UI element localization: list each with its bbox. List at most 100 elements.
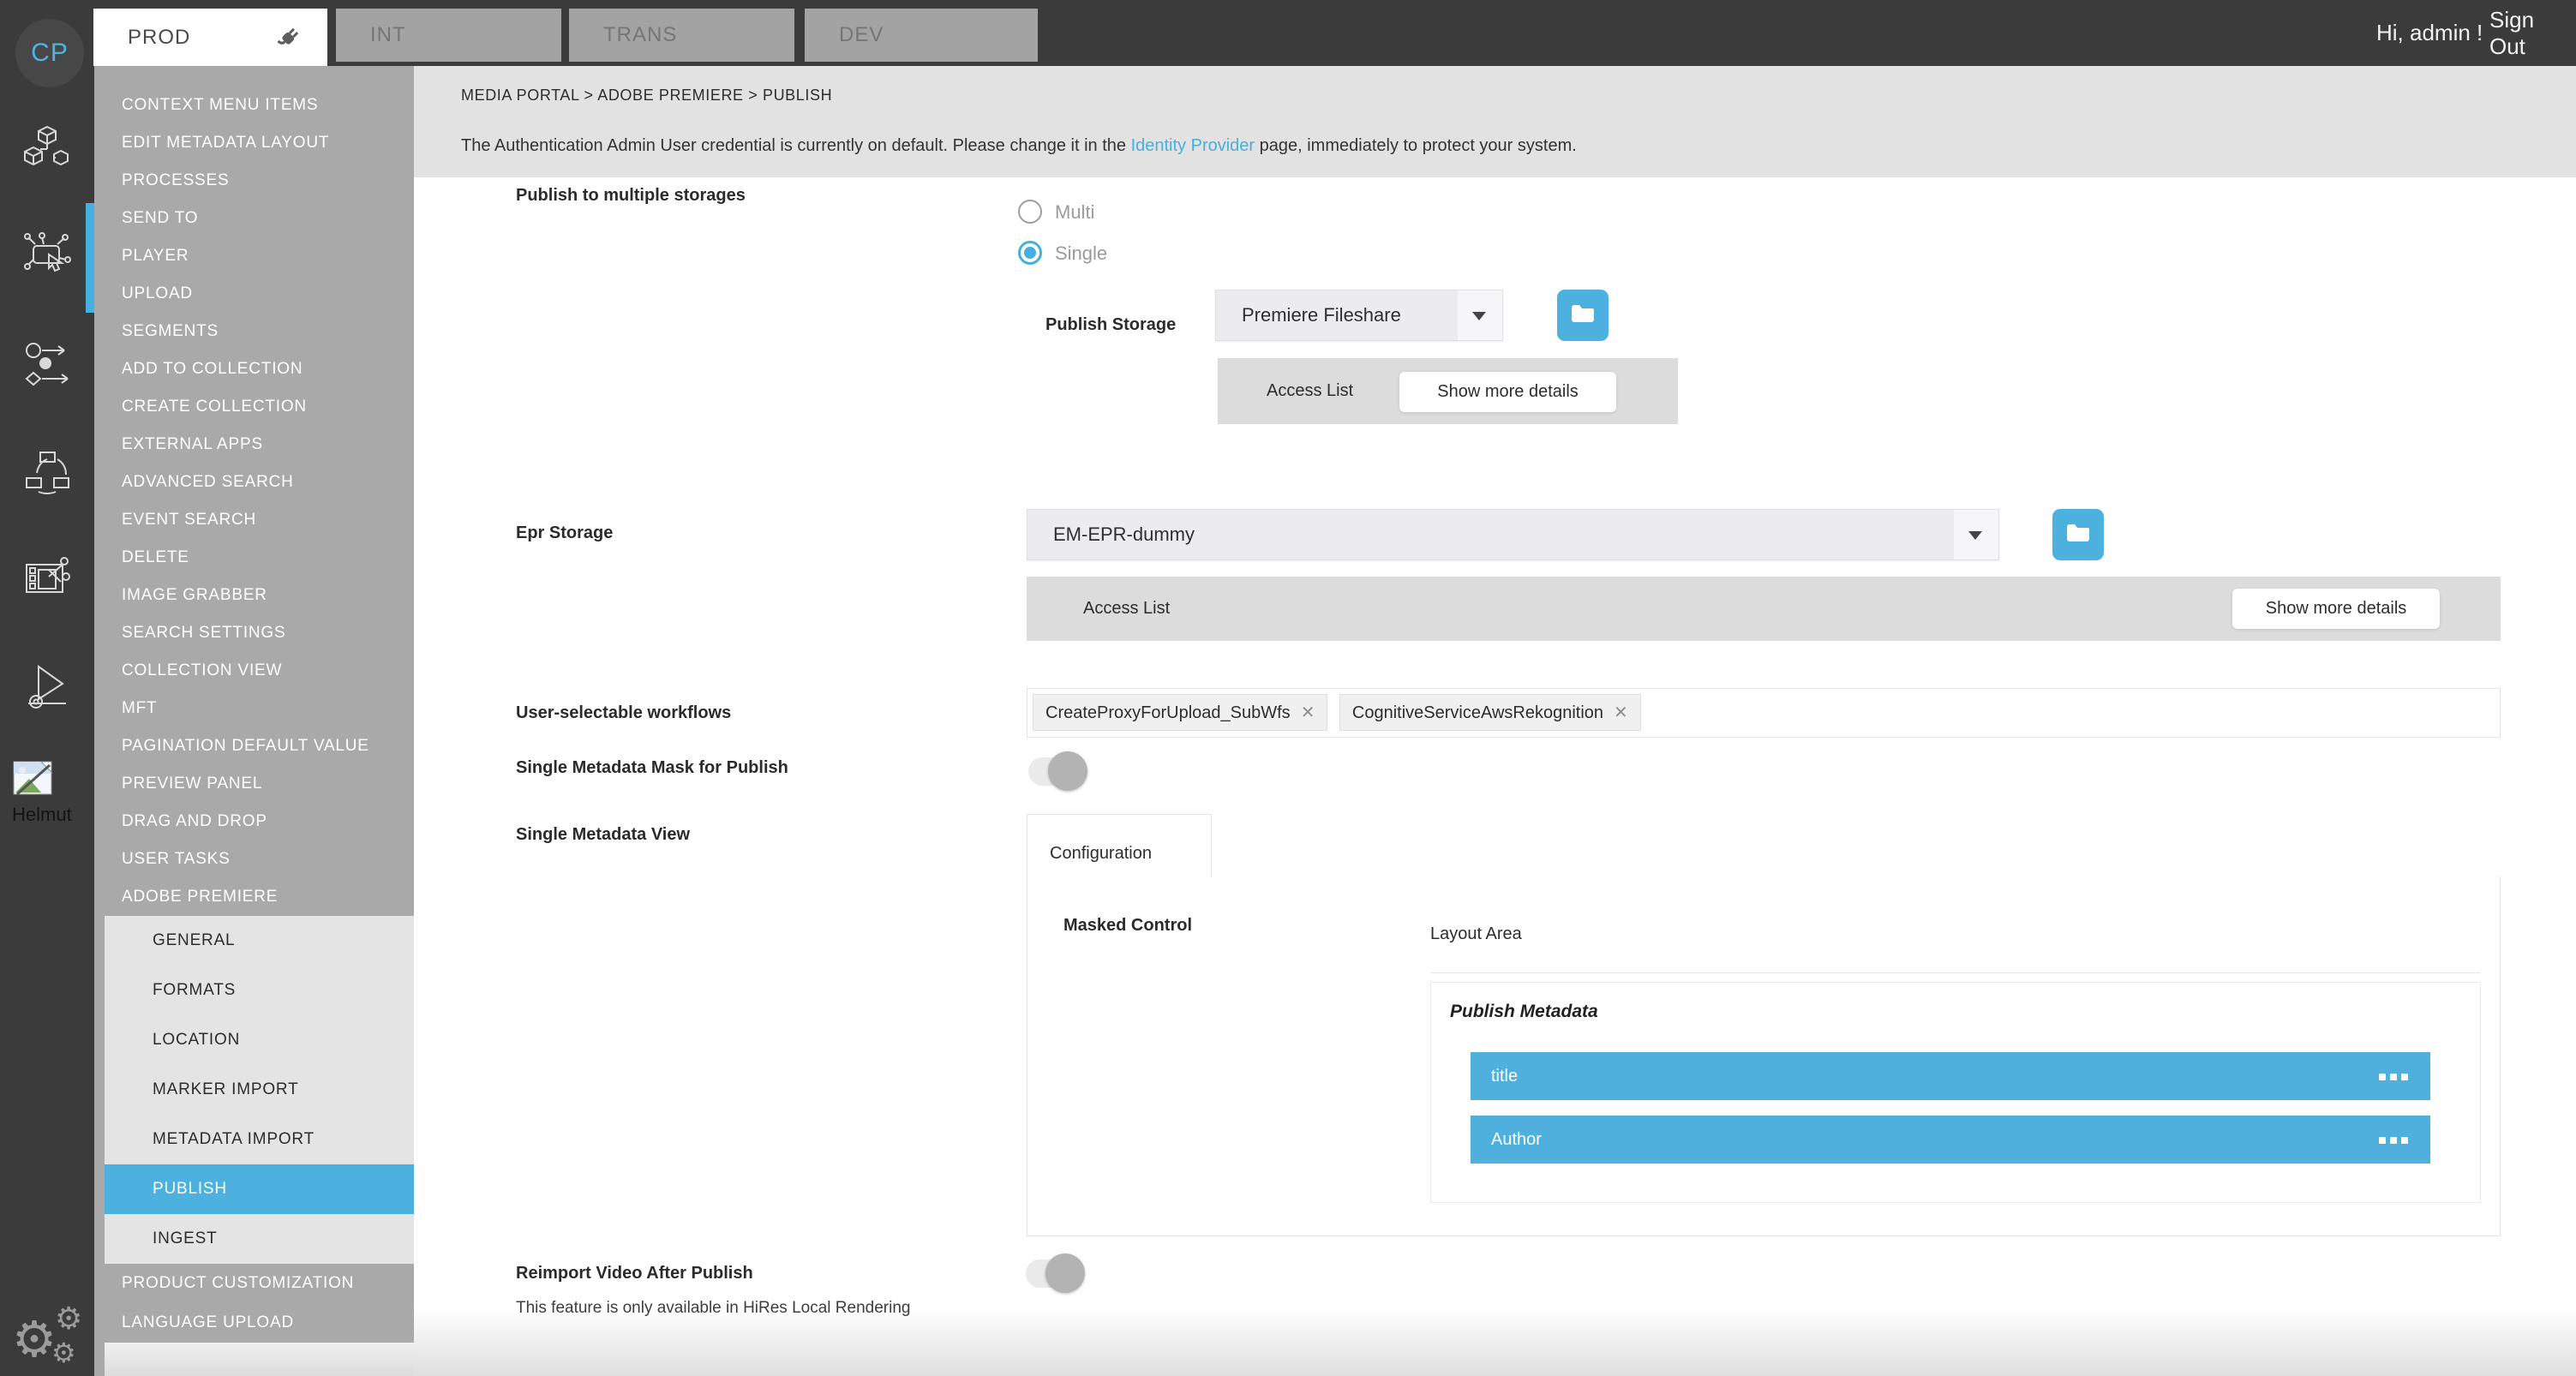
sidebar-item-event-search[interactable]: EVENT SEARCH xyxy=(94,501,414,539)
access-list-label: Access List xyxy=(1083,577,1170,641)
submenu-item-publish-selected[interactable]: PUBLISH xyxy=(105,1164,414,1214)
env-tab-prod[interactable]: PROD xyxy=(93,9,327,66)
render-player-icon[interactable] xyxy=(23,661,71,709)
helmut-broken-image[interactable]: Helmut xyxy=(12,760,89,826)
drag-handle-icon[interactable] xyxy=(2379,1137,2408,1144)
app-logo-avatar[interactable]: CP xyxy=(15,19,84,87)
sidebar-item-external-apps[interactable]: EXTERNAL APPS xyxy=(94,426,414,464)
workflows-chip-input[interactable]: CreateProxyForUpload_SubWfs✕ CognitiveSe… xyxy=(1027,688,2501,738)
publish-storage-browse-button[interactable] xyxy=(1557,290,1609,341)
workflow-chip[interactable]: CreateProxyForUpload_SubWfs✕ xyxy=(1033,694,1327,731)
remove-chip-icon[interactable]: ✕ xyxy=(1614,703,1628,722)
masked-control-label: Masked Control xyxy=(1063,916,1192,936)
epr-storage-access-box: Access List Show more details xyxy=(1027,577,2501,641)
env-tab-label: INT xyxy=(370,23,406,47)
sidebar-item-pagination-default-value[interactable]: PAGINATION DEFAULT VALUE xyxy=(94,727,414,765)
env-tab-int[interactable]: INT xyxy=(336,9,561,62)
epr-storage-label: Epr Storage xyxy=(516,523,613,543)
workflow-chip[interactable]: CognitiveServiceAwsRekognition✕ xyxy=(1339,694,1641,731)
sidebar-bottom-strip xyxy=(105,1343,414,1376)
context-interaction-icon[interactable] xyxy=(23,230,71,278)
sidebar-item-image-grabber[interactable]: IMAGE GRABBER xyxy=(94,577,414,614)
identity-provider-link[interactable]: Identity Provider xyxy=(1131,136,1255,155)
dropdown-arrow-icon xyxy=(1472,312,1486,320)
submenu-item-general[interactable]: GENERAL xyxy=(105,916,414,966)
publish-storage-dropdown[interactable]: Premiere Fileshare xyxy=(1215,290,1503,341)
configuration-tab[interactable]: Configuration xyxy=(1027,814,1212,877)
radio-single-label[interactable]: Single xyxy=(1055,242,1107,265)
radio-multi[interactable] xyxy=(1018,200,1042,224)
layout-area-box: Publish Metadata title Author xyxy=(1430,982,2481,1203)
user-selectable-workflows-label: User-selectable workflows xyxy=(516,703,731,723)
sidebar-item-upload[interactable]: UPLOAD xyxy=(94,275,414,313)
submenu-item-marker-import[interactable]: MARKER IMPORT xyxy=(105,1065,414,1115)
header-band: MEDIA PORTAL > ADOBE PREMIERE > PUBLISH … xyxy=(414,66,2576,177)
show-more-details-button[interactable]: Show more details xyxy=(1399,372,1616,412)
dropdown-arrow-icon xyxy=(1968,531,1982,540)
single-metadata-mask-label: Single Metadata Mask for Publish xyxy=(516,758,788,778)
layout-area-label: Layout Area xyxy=(1430,924,1522,944)
epr-storage-dropdown[interactable]: EM-EPR-dummy xyxy=(1027,509,1999,560)
sidebar-item-context-menu-items[interactable]: CONTEXT MENU ITEMS xyxy=(94,87,414,124)
reimport-note: This feature is only available in HiRes … xyxy=(516,1295,919,1322)
admin-app: PROD INT TRANS DEV Hi, admin ! xyxy=(0,0,2576,1376)
sidebar-item-language-upload[interactable]: LANGUAGE UPLOAD xyxy=(94,1303,414,1343)
credential-warning: The Authentication Admin User credential… xyxy=(461,136,1577,156)
sign-out-link[interactable]: Sign Out xyxy=(2489,0,2576,66)
sidebar-item-processes[interactable]: PROCESSES xyxy=(94,162,414,200)
env-tab-label: DEV xyxy=(839,23,884,47)
helmut-label: Helmut xyxy=(12,804,89,826)
submenu-item-ingest[interactable]: INGEST xyxy=(105,1214,414,1264)
folder-icon xyxy=(1571,304,1595,327)
sidebar-item-search-settings[interactable]: SEARCH SETTINGS xyxy=(94,614,414,652)
epr-storage-browse-button[interactable] xyxy=(2052,509,2104,560)
reimport-video-toggle[interactable] xyxy=(1023,1252,1102,1295)
publish-multiple-storages-label: Publish to multiple storages xyxy=(516,186,746,206)
single-metadata-mask-toggle[interactable] xyxy=(1026,750,1105,793)
user-greeting: Hi, admin ! xyxy=(2376,0,2483,66)
sync-collections-icon[interactable] xyxy=(23,447,71,495)
sidebar-item-user-tasks[interactable]: USER TASKS xyxy=(94,841,414,878)
settings-sidebar: CONTEXT MENU ITEMS EDIT METADATA LAYOUT … xyxy=(94,66,414,1376)
active-section-indicator xyxy=(86,203,94,313)
plug-icon xyxy=(276,23,303,57)
sidebar-item-mft[interactable]: MFT xyxy=(94,690,414,727)
submenu-item-metadata-import[interactable]: METADATA IMPORT xyxy=(105,1115,414,1164)
icon-rail: Helmut ⚙ ⚙ ⚙ xyxy=(0,66,94,1376)
top-bar: PROD INT TRANS DEV Hi, admin ! xyxy=(0,0,2576,66)
sidebar-item-segments[interactable]: SEGMENTS xyxy=(94,313,414,350)
env-tab-trans[interactable]: TRANS xyxy=(569,9,794,62)
sidebar-item-add-to-collection[interactable]: ADD TO COLLECTION xyxy=(94,350,414,388)
workflow-icon[interactable] xyxy=(23,340,71,388)
folder-icon xyxy=(2066,523,2090,547)
radio-multi-label[interactable]: Multi xyxy=(1055,201,1094,224)
clip-editor-icon[interactable] xyxy=(23,554,71,602)
submenu-item-formats[interactable]: FORMATS xyxy=(105,966,414,1015)
modules-icon[interactable] xyxy=(23,123,71,171)
publish-storage-label: Publish Storage xyxy=(1045,302,1191,347)
sidebar-item-player[interactable]: PLAYER xyxy=(94,237,414,275)
metadata-field-bar-author[interactable]: Author xyxy=(1471,1116,2430,1164)
sidebar-item-delete[interactable]: DELETE xyxy=(94,539,414,577)
sidebar-item-send-to[interactable]: SEND TO xyxy=(94,200,414,237)
radio-single[interactable] xyxy=(1018,241,1042,265)
publish-storage-value: Premiere Fileshare xyxy=(1242,304,1401,326)
epr-storage-value: EM-EPR-dummy xyxy=(1053,523,1195,545)
env-tab-dev[interactable]: DEV xyxy=(805,9,1038,62)
remove-chip-icon[interactable]: ✕ xyxy=(1301,703,1315,722)
drag-handle-icon[interactable] xyxy=(2379,1074,2408,1080)
submenu-item-location[interactable]: LOCATION xyxy=(105,1015,414,1065)
show-more-details-button[interactable]: Show more details xyxy=(2232,589,2440,629)
breadcrumb: MEDIA PORTAL > ADOBE PREMIERE > PUBLISH xyxy=(461,87,832,105)
sidebar-item-collection-view[interactable]: COLLECTION VIEW xyxy=(94,652,414,690)
sidebar-item-edit-metadata-layout[interactable]: EDIT METADATA LAYOUT xyxy=(94,124,414,162)
sidebar-item-product-customization[interactable]: PRODUCT CUSTOMIZATION xyxy=(94,1264,414,1303)
settings-gears-icon[interactable]: ⚙ ⚙ ⚙ xyxy=(7,1310,93,1370)
env-tab-label: TRANS xyxy=(603,23,677,47)
sidebar-item-drag-and-drop[interactable]: DRAG AND DROP xyxy=(94,803,414,841)
sidebar-item-create-collection[interactable]: CREATE COLLECTION xyxy=(94,388,414,426)
sidebar-item-preview-panel[interactable]: PREVIEW PANEL xyxy=(94,765,414,803)
sidebar-item-adobe-premiere[interactable]: ADOBE PREMIERE xyxy=(94,878,414,916)
metadata-field-bar-title[interactable]: title xyxy=(1471,1052,2430,1100)
sidebar-item-advanced-search[interactable]: ADVANCED SEARCH xyxy=(94,464,414,501)
